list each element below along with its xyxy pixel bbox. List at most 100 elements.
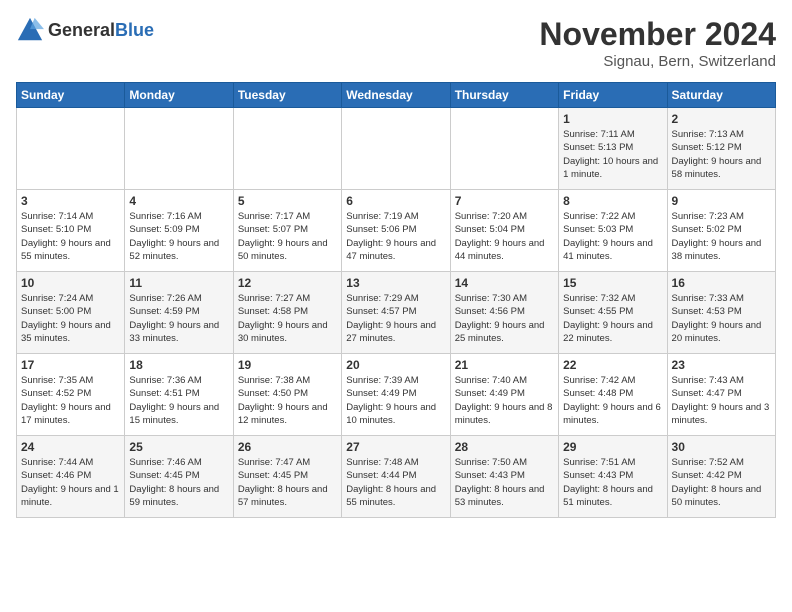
calendar-cell: 10Sunrise: 7:24 AMSunset: 5:00 PMDayligh… [17,272,125,354]
day-info: Sunrise: 7:42 AMSunset: 4:48 PMDaylight:… [563,374,662,427]
day-number: 16 [672,276,771,290]
calendar-cell: 29 Sunrise: 7:51 AMSunset: 4:43 PMDayligh… [559,436,667,518]
day-info: Sunrise: 7:39 AMSunset: 4:49 PMDaylight:… [346,374,445,427]
calendar-cell: 26 Sunrise: 7:47 AMSunset: 4:45 PMDayligh… [233,436,341,518]
day-info: Sunrise: 7:14 AMSunset: 5:10 PMDaylight:… [21,210,120,263]
day-number: 29 [563,440,662,454]
day-info: Sunrise: 7:51 AMSunset: 4:43 PMDaylight:… [563,456,662,509]
subtitle: Signau, Bern, Switzerland [539,53,776,70]
day-number: 24 [21,440,120,454]
day-info: Sunrise: 7:46 AMSunset: 4:45 PMDaylight:… [129,456,228,509]
day-number: 28 [455,440,554,454]
calendar-cell: 21 Sunrise: 7:40 AMSunset: 4:49 PMDayligh… [450,354,558,436]
calendar-cell: 15 Sunrise: 7:32 AMSunset: 4:55 PMDayligh… [559,272,667,354]
col-saturday: Saturday [667,83,775,108]
calendar-cell [233,108,341,190]
calendar-cell [450,108,558,190]
day-info: Sunrise: 7:48 AMSunset: 4:44 PMDaylight:… [346,456,445,509]
calendar-cell: 27 Sunrise: 7:48 AMSunset: 4:44 PMDayligh… [342,436,450,518]
title-block: November 2024 Signau, Bern, Switzerland [539,16,776,70]
col-sunday: Sunday [17,83,125,108]
day-info: Sunrise: 7:24 AMSunset: 5:00 PMDaylight:… [21,292,120,345]
day-info: Sunrise: 7:11 AMSunset: 5:13 PMDaylight:… [563,128,662,181]
day-number: 20 [346,358,445,372]
logo-blue: Blue [115,20,154,40]
day-number: 22 [563,358,662,372]
day-number: 8 [563,194,662,208]
day-number: 2 [672,112,771,126]
main-title: November 2024 [539,16,776,53]
calendar-cell: 18 Sunrise: 7:36 AMSunset: 4:51 PMDayligh… [125,354,233,436]
day-info: Sunrise: 7:52 AMSunset: 4:42 PMDaylight:… [672,456,771,509]
day-number: 15 [563,276,662,290]
day-number: 27 [346,440,445,454]
day-info: Sunrise: 7:40 AMSunset: 4:49 PMDaylight:… [455,374,554,427]
calendar-cell: 12 Sunrise: 7:27 AMSunset: 4:58 PMDayligh… [233,272,341,354]
day-info: Sunrise: 7:35 AMSunset: 4:52 PMDaylight:… [21,374,120,427]
day-info: Sunrise: 7:22 AMSunset: 5:03 PMDaylight:… [563,210,662,263]
calendar-cell: 1Sunrise: 7:11 AMSunset: 5:13 PMDaylight… [559,108,667,190]
day-info: Sunrise: 7:23 AMSunset: 5:02 PMDaylight:… [672,210,771,263]
day-info: Sunrise: 7:47 AMSunset: 4:45 PMDaylight:… [238,456,337,509]
logo: GeneralBlue [16,16,154,44]
day-number: 21 [455,358,554,372]
day-info: Sunrise: 7:20 AMSunset: 5:04 PMDaylight:… [455,210,554,263]
day-info: Sunrise: 7:38 AMSunset: 4:50 PMDaylight:… [238,374,337,427]
day-info: Sunrise: 7:13 AMSunset: 5:12 PMDaylight:… [672,128,771,181]
calendar-row-2: 10Sunrise: 7:24 AMSunset: 5:00 PMDayligh… [17,272,776,354]
calendar-cell [17,108,125,190]
calendar-cell: 24 Sunrise: 7:44 AMSunset: 4:46 PMDayligh… [17,436,125,518]
day-number: 12 [238,276,337,290]
day-number: 11 [129,276,228,290]
col-monday: Monday [125,83,233,108]
day-info: Sunrise: 7:17 AMSunset: 5:07 PMDaylight:… [238,210,337,263]
day-info: Sunrise: 7:50 AMSunset: 4:43 PMDaylight:… [455,456,554,509]
calendar-cell [342,108,450,190]
calendar-cell [125,108,233,190]
day-number: 6 [346,194,445,208]
logo-icon [16,16,44,44]
day-info: Sunrise: 7:43 AMSunset: 4:47 PMDaylight:… [672,374,771,427]
col-tuesday: Tuesday [233,83,341,108]
calendar-cell: 16 Sunrise: 7:33 AMSunset: 4:53 PMDayligh… [667,272,775,354]
day-number: 25 [129,440,228,454]
calendar-row-3: 17Sunrise: 7:35 AMSunset: 4:52 PMDayligh… [17,354,776,436]
calendar-row-0: 1Sunrise: 7:11 AMSunset: 5:13 PMDaylight… [17,108,776,190]
day-info: Sunrise: 7:30 AMSunset: 4:56 PMDaylight:… [455,292,554,345]
calendar-table: Sunday Monday Tuesday Wednesday Thursday… [16,82,776,518]
day-info: Sunrise: 7:19 AMSunset: 5:06 PMDaylight:… [346,210,445,263]
day-number: 30 [672,440,771,454]
col-thursday: Thursday [450,83,558,108]
calendar-cell: 9 Sunrise: 7:23 AMSunset: 5:02 PMDaylight… [667,190,775,272]
day-number: 4 [129,194,228,208]
day-info: Sunrise: 7:32 AMSunset: 4:55 PMDaylight:… [563,292,662,345]
calendar-cell: 7 Sunrise: 7:20 AMSunset: 5:04 PMDaylight… [450,190,558,272]
calendar-cell: 19 Sunrise: 7:38 AMSunset: 4:50 PMDayligh… [233,354,341,436]
day-number: 26 [238,440,337,454]
page-header: GeneralBlue November 2024 Signau, Bern, … [16,16,776,70]
calendar-cell: 30 Sunrise: 7:52 AMSunset: 4:42 PMDayligh… [667,436,775,518]
calendar-cell: 17Sunrise: 7:35 AMSunset: 4:52 PMDayligh… [17,354,125,436]
header-row: Sunday Monday Tuesday Wednesday Thursday… [17,83,776,108]
day-info: Sunrise: 7:44 AMSunset: 4:46 PMDaylight:… [21,456,120,509]
day-number: 5 [238,194,337,208]
day-info: Sunrise: 7:16 AMSunset: 5:09 PMDaylight:… [129,210,228,263]
day-info: Sunrise: 7:36 AMSunset: 4:51 PMDaylight:… [129,374,228,427]
day-info: Sunrise: 7:33 AMSunset: 4:53 PMDaylight:… [672,292,771,345]
day-number: 3 [21,194,120,208]
day-number: 18 [129,358,228,372]
calendar-row-1: 3 Sunrise: 7:14 AMSunset: 5:10 PMDaylight… [17,190,776,272]
calendar-cell: 11Sunrise: 7:26 AMSunset: 4:59 PMDayligh… [125,272,233,354]
day-info: Sunrise: 7:29 AMSunset: 4:57 PMDaylight:… [346,292,445,345]
calendar-cell: 2 Sunrise: 7:13 AMSunset: 5:12 PMDaylight… [667,108,775,190]
day-info: Sunrise: 7:27 AMSunset: 4:58 PMDaylight:… [238,292,337,345]
calendar-cell: 14Sunrise: 7:30 AMSunset: 4:56 PMDayligh… [450,272,558,354]
calendar-cell: 5 Sunrise: 7:17 AMSunset: 5:07 PMDaylight… [233,190,341,272]
day-number: 19 [238,358,337,372]
col-wednesday: Wednesday [342,83,450,108]
calendar-cell: 20 Sunrise: 7:39 AMSunset: 4:49 PMDayligh… [342,354,450,436]
calendar-cell: 23Sunrise: 7:43 AMSunset: 4:47 PMDayligh… [667,354,775,436]
day-number: 7 [455,194,554,208]
day-number: 9 [672,194,771,208]
calendar-cell: 8 Sunrise: 7:22 AMSunset: 5:03 PMDaylight… [559,190,667,272]
